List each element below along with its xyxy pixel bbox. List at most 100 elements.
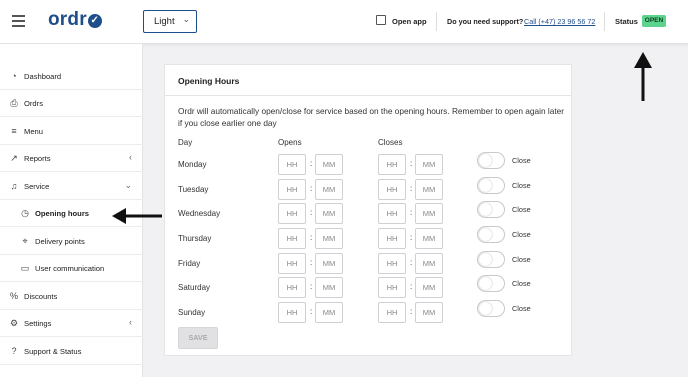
logo-text: ordr	[48, 9, 87, 30]
sidebar-item-label: Reports	[24, 154, 51, 163]
closes-hour-input[interactable]: HH	[378, 228, 406, 249]
sidebar-item-ordrs[interactable]: ⎙ Ordrs	[0, 90, 143, 117]
chat-icon: ▭	[20, 263, 30, 273]
closes-hour-input[interactable]: HH	[378, 179, 406, 200]
closes-minute-input[interactable]: MM	[415, 228, 443, 249]
close-toggle[interactable]	[477, 300, 505, 317]
pin-icon: ⌖	[22, 236, 28, 246]
sidebar-item-support-status[interactable]: ? Support & Status	[0, 338, 143, 365]
opens-hour-input[interactable]: HH	[278, 154, 306, 175]
sidebar-item-user-communication[interactable]: ▭ User communication	[0, 255, 143, 282]
annotation-arrow-up-icon	[634, 52, 652, 101]
opens-minute-input[interactable]: MM	[315, 302, 343, 323]
time-separator: :	[410, 208, 413, 217]
sidebar-item-label: Ordrs	[24, 99, 43, 108]
close-toggle-label: Close	[512, 304, 531, 313]
closes-minute-input[interactable]: MM	[415, 154, 443, 175]
time-separator: :	[310, 307, 313, 316]
close-toggle[interactable]	[477, 226, 505, 243]
day-label: Saturday	[178, 283, 211, 292]
hamburger-menu-icon[interactable]	[12, 15, 25, 27]
sidebar-item-delivery-points[interactable]: ⌖ Delivery points	[0, 228, 143, 255]
time-separator: :	[410, 233, 413, 242]
close-toggle-label: Close	[512, 279, 531, 288]
external-link-icon[interactable]	[376, 15, 386, 25]
closes-hour-input[interactable]: HH	[378, 154, 406, 175]
opens-hour-input[interactable]: HH	[278, 277, 306, 298]
status-badge: OPEN	[642, 15, 666, 27]
opens-minute-input[interactable]: MM	[315, 277, 343, 298]
close-toggle[interactable]	[477, 275, 505, 292]
open-app-link[interactable]: Open app	[392, 17, 427, 26]
percent-icon: %	[9, 291, 18, 301]
card-description: Ordr will automatically open/close for s…	[178, 106, 565, 128]
day-row-monday: Monday HH : MM HH : MM Close	[165, 152, 571, 176]
theme-select[interactable]: Light ⌄	[143, 10, 197, 33]
theme-select-value: Light	[154, 16, 175, 27]
day-row-sunday: Sunday HH : MM HH : MM Close	[165, 300, 571, 324]
day-row-thursday: Thursday HH : MM HH : MM Close	[165, 226, 571, 250]
sidebar-item-label: Menu	[24, 127, 43, 136]
opens-hour-input[interactable]: HH	[278, 179, 306, 200]
closes-hour-input[interactable]: HH	[378, 203, 406, 224]
column-header-opens: Opens	[278, 138, 302, 147]
day-label: Thursday	[178, 234, 212, 243]
column-header-closes: Closes	[378, 138, 403, 147]
closes-hour-input[interactable]: HH	[378, 253, 406, 274]
opens-hour-input[interactable]: HH	[278, 228, 306, 249]
clock-icon: ◷	[21, 208, 29, 218]
close-toggle-label: Close	[512, 255, 531, 264]
closes-hour-input[interactable]: HH	[378, 277, 406, 298]
sidebar-item-reports[interactable]: ↗ Reports ‹	[0, 145, 143, 172]
opens-minute-input[interactable]: MM	[315, 253, 343, 274]
opens-minute-input[interactable]: MM	[315, 203, 343, 224]
top-bar: ordr ✓ Light ⌄ Open app Do you need suppo…	[0, 0, 688, 44]
chevron-down-icon: ⌄	[182, 14, 190, 24]
dashboard-icon: ◔	[11, 71, 17, 81]
menu-list-icon: ≡	[11, 126, 17, 136]
close-toggle-label: Close	[512, 205, 531, 214]
sidebar-item-dashboard[interactable]: ◔ Dashboard	[0, 63, 143, 90]
sidebar-item-discounts[interactable]: % Discounts	[0, 283, 143, 310]
opening-hours-card: Opening Hours Ordr will automatically op…	[164, 64, 572, 356]
day-row-wednesday: Wednesday HH : MM HH : MM Close	[165, 201, 571, 225]
save-button[interactable]: SAVE	[178, 327, 218, 349]
chevron-down-icon: ⌄	[124, 180, 132, 190]
close-toggle[interactable]	[477, 251, 505, 268]
opens-minute-input[interactable]: MM	[315, 154, 343, 175]
divider	[165, 95, 571, 96]
sidebar-item-settings[interactable]: ⚙ Settings ‹	[0, 310, 143, 337]
close-toggle[interactable]	[477, 152, 505, 169]
logo[interactable]: ordr ✓	[48, 9, 102, 31]
sidebar-item-menu[interactable]: ≡ Menu	[0, 118, 143, 145]
sidebar-item-service[interactable]: ♫ Service ⌄	[0, 173, 143, 200]
sidebar-item-label: Discounts	[24, 292, 58, 301]
sidebar-item-label: Service	[24, 182, 50, 191]
closes-minute-input[interactable]: MM	[415, 203, 443, 224]
day-label: Monday	[178, 160, 207, 169]
annotation-arrow-left-icon	[112, 208, 162, 224]
chevron-left-icon: ‹	[129, 152, 132, 162]
closes-minute-input[interactable]: MM	[415, 302, 443, 323]
time-separator: :	[310, 159, 313, 168]
opens-minute-input[interactable]: MM	[315, 179, 343, 200]
time-separator: :	[310, 184, 313, 193]
day-row-friday: Friday HH : MM HH : MM Close	[165, 251, 571, 275]
gear-icon: ⚙	[9, 318, 19, 328]
opens-hour-input[interactable]: HH	[278, 203, 306, 224]
close-toggle-label: Close	[512, 181, 531, 190]
opens-minute-input[interactable]: MM	[315, 228, 343, 249]
time-separator: :	[310, 258, 313, 267]
opens-hour-input[interactable]: HH	[278, 302, 306, 323]
close-toggle[interactable]	[477, 201, 505, 218]
closes-minute-input[interactable]: MM	[415, 277, 443, 298]
time-separator: :	[410, 184, 413, 193]
chart-trend-icon: ↗	[10, 153, 18, 163]
support-phone-link[interactable]: Call (+47) 23 96 56 72	[524, 17, 595, 26]
opens-hour-input[interactable]: HH	[278, 253, 306, 274]
closes-minute-input[interactable]: MM	[415, 179, 443, 200]
closes-hour-input[interactable]: HH	[378, 302, 406, 323]
closes-minute-input[interactable]: MM	[415, 253, 443, 274]
close-toggle[interactable]	[477, 177, 505, 194]
divider	[604, 12, 605, 31]
